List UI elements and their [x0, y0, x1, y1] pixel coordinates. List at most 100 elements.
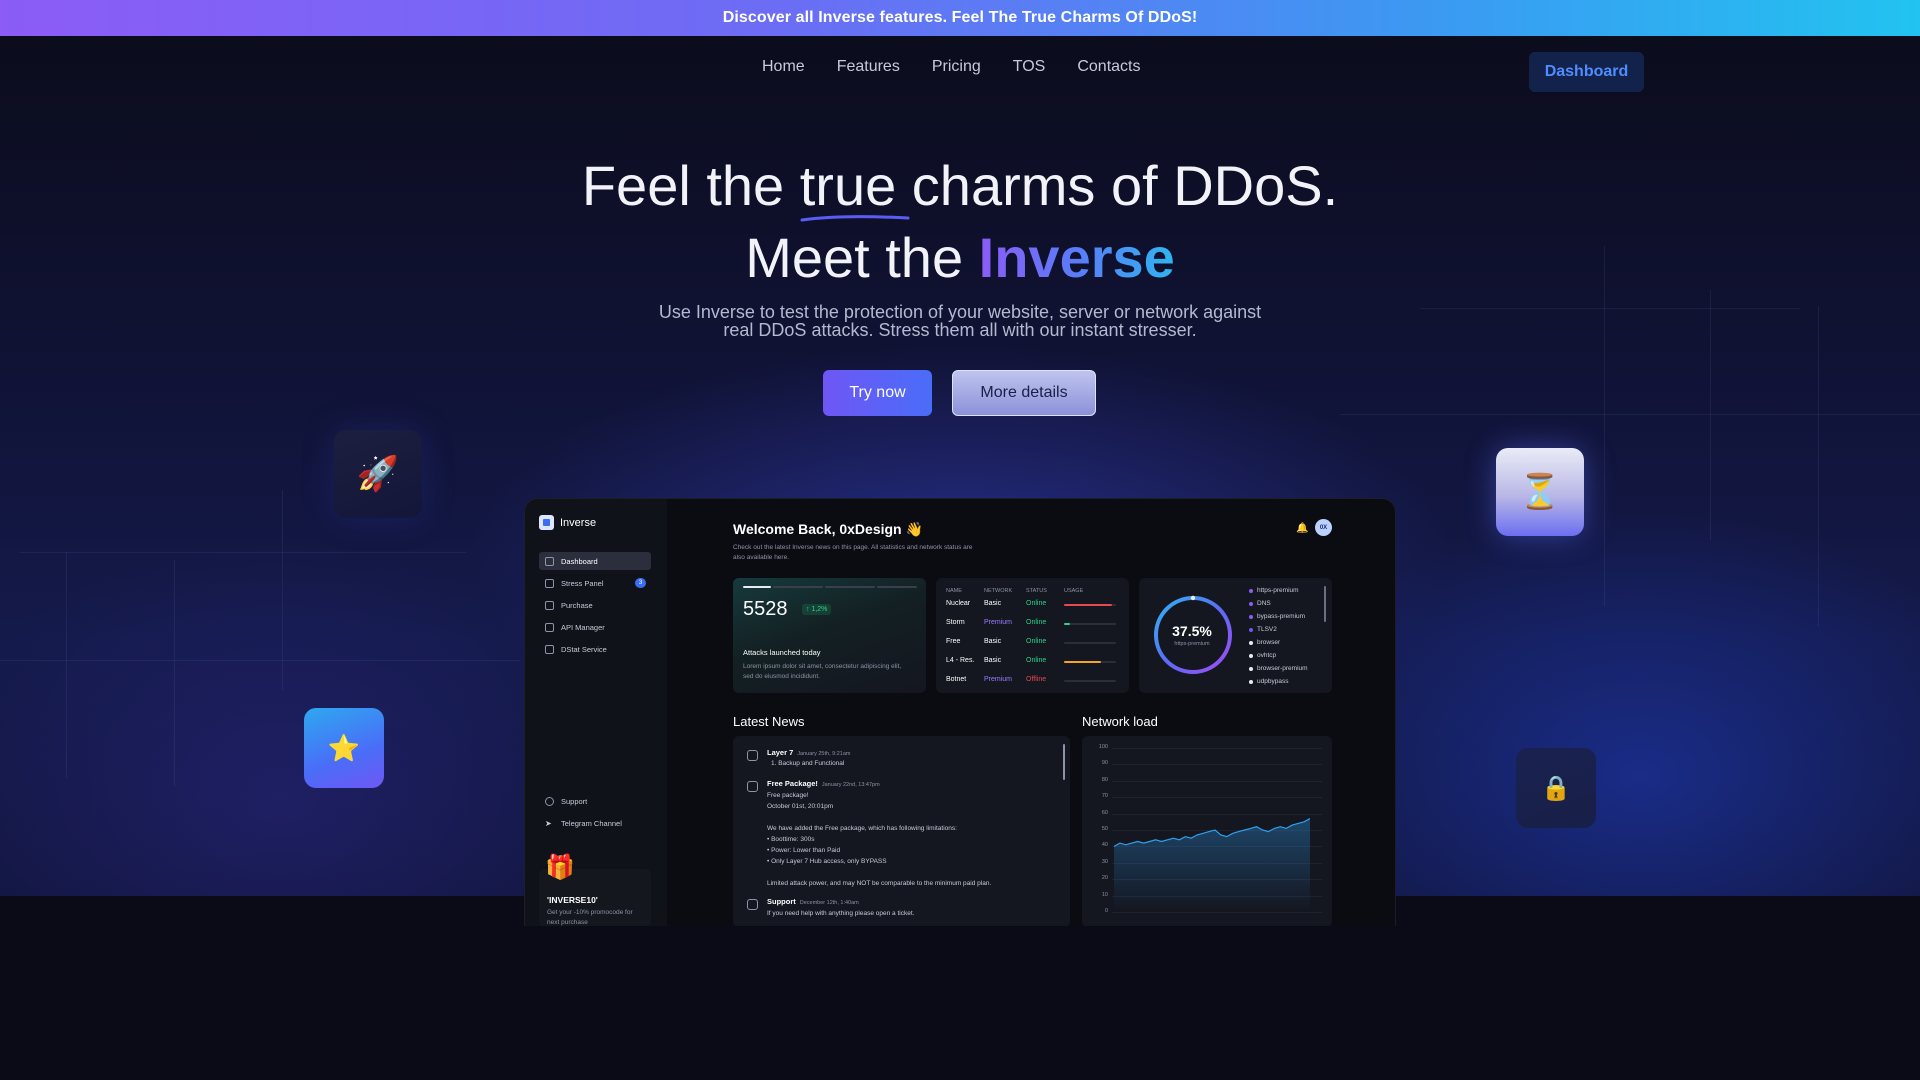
sidebar-item-api-manager[interactable]: API Manager: [539, 618, 651, 636]
sidebar-item-stress-panel[interactable]: Stress Panel 3: [539, 574, 651, 592]
table-cell-status: Offline: [1026, 676, 1047, 683]
star-icon: ⭐: [327, 732, 361, 763]
legend-label: DNS: [1257, 600, 1271, 607]
legend-label: ovhtcp: [1257, 652, 1277, 659]
nav-link-home[interactable]: Home: [762, 58, 805, 76]
table-header-status: STATUS: [1026, 588, 1047, 594]
usage-bar: [1064, 680, 1116, 682]
gift-icon: 🎁: [545, 854, 575, 881]
attacks-change-badge: ↑ 1,2%: [802, 604, 832, 615]
news-scrollbar[interactable]: [1063, 744, 1065, 780]
more-details-button[interactable]: More details: [952, 370, 1096, 416]
nav-link-contacts[interactable]: Contacts: [1077, 58, 1140, 76]
sidebar-item-label: Support: [561, 796, 588, 806]
promo-code: 'INVERSE10': [547, 895, 598, 905]
sidebar-item-label: Stress Panel: [561, 578, 604, 588]
legend-dot: [1249, 679, 1253, 684]
notification-badge: 3: [635, 578, 646, 588]
sidebar-item-purchase[interactable]: Purchase: [539, 596, 651, 614]
dashboard-preview: Inverse Dashboard Stress Panel 3 Purchas…: [524, 498, 1396, 926]
legend-dot: [1249, 627, 1253, 632]
table-cell-network: Basic: [984, 657, 1002, 664]
usage-bar-fill: [1064, 623, 1071, 625]
dashboard-logo[interactable]: Inverse: [539, 515, 596, 530]
chart-icon: [545, 644, 554, 654]
grid-line: [1340, 414, 1920, 415]
legend-scrollbar[interactable]: [1324, 586, 1326, 622]
table-cell-name: Free: [946, 638, 961, 645]
promo-bar[interactable]: Discover all Inverse features. Feel The …: [0, 0, 1920, 36]
home-icon: [545, 556, 554, 566]
dashboard-button[interactable]: Dashboard: [1529, 52, 1644, 92]
bell-icon[interactable]: 🔔: [1296, 523, 1308, 534]
stat-segment: [743, 586, 771, 588]
load-area: [1114, 818, 1310, 912]
legend-label: browser-premium: [1257, 665, 1308, 672]
legend-label: https-premium: [1257, 587, 1299, 594]
grid-line: [174, 560, 175, 786]
sidebar-item-dstat-service[interactable]: DStat Service: [539, 640, 651, 658]
news-date: January 22nd, 13:47pm: [821, 782, 880, 788]
table-cell-network: Basic: [984, 638, 1002, 645]
grid-line: [1420, 308, 1800, 309]
usage-bar: [1064, 604, 1116, 606]
hero-title-part2: charms of DDoS.: [896, 154, 1339, 217]
try-now-button[interactable]: Try now: [823, 370, 932, 416]
sidebar-item-dashboard[interactable]: Dashboard: [539, 552, 651, 570]
table-header-name: NAME: [946, 588, 962, 594]
network-load-card: 0 10 20 30 40 50 60 70 80 90 100: [1082, 736, 1332, 926]
news-item-title: Layer 7 January 25th, 9:21am: [767, 748, 850, 757]
news-item-body: Free package! October 01st, 20:01pm We h…: [767, 792, 992, 887]
table-cell-status: Online: [1026, 619, 1047, 626]
table-cell-network: Premium: [984, 619, 1013, 626]
sidebar-item-telegram[interactable]: ➤ Telegram Channel: [539, 814, 651, 832]
hero-title-line2-prefix: Meet the: [745, 226, 979, 289]
avatar[interactable]: 0X: [1315, 519, 1332, 536]
nav-link-pricing[interactable]: Pricing: [932, 58, 981, 76]
hero-subtitle-line1: Use Inverse to test the protection of yo…: [658, 302, 1262, 322]
stat-segment: [877, 586, 917, 588]
nav-link-tos[interactable]: TOS: [1013, 58, 1046, 76]
welcome-subtitle: Check out the latest Inverse news on thi…: [733, 544, 973, 561]
hero-title: Feel the true charms of DDoS. Meet the I…: [0, 150, 1920, 294]
latest-news-title: Latest News: [733, 714, 805, 729]
promo-code-card[interactable]: 🎁 'INVERSE10' Get your -10% promocode fo…: [539, 854, 651, 926]
news-item-body: 1. Backup and Functional: [771, 760, 845, 767]
wifi-icon: [545, 578, 554, 588]
y-tick-label: 50: [1101, 826, 1108, 832]
table-header-network: NETWORK: [984, 588, 1013, 594]
usage-bar-fill: [1064, 661, 1102, 663]
nav-links: Home Features Pricing TOS Contacts: [762, 58, 1140, 76]
dashboard-brand: Inverse: [560, 516, 597, 529]
legend-label: bypass-premium: [1257, 613, 1306, 620]
hero-subtitle: Use Inverse to test the protection of yo…: [610, 303, 1310, 339]
hero-title-line1: Feel the true charms of DDoS.: [0, 150, 1920, 222]
networks-table-card: NAME NETWORK STATUS USAGE Nuclear Basic On…: [936, 578, 1129, 693]
table-cell-name: Nuclear: [946, 600, 971, 607]
grid-line: [0, 660, 520, 661]
sidebar-item-support[interactable]: Support: [539, 792, 651, 810]
nav-link-features[interactable]: Features: [837, 58, 900, 76]
legend-label: udpbypass: [1257, 678, 1289, 685]
grid-line: [20, 552, 466, 553]
cart-icon: [545, 600, 554, 610]
table-cell-name: L4 - Res.: [946, 657, 975, 664]
y-tick-label: 80: [1101, 776, 1108, 783]
donut-label: https-premium: [1174, 641, 1210, 647]
underline-stroke-icon: [800, 215, 910, 222]
news-title-text: Layer 7: [767, 748, 794, 757]
news-item-icon: [747, 899, 758, 910]
legend-dot: [1249, 640, 1253, 645]
promo-text: Discover all Inverse features. Feel The …: [722, 9, 1198, 26]
hero-title-part1: Feel the: [581, 154, 800, 217]
news-item-title: Free Package! January 22nd, 13:47pm: [767, 779, 880, 788]
legend-item: browser: [1249, 639, 1280, 646]
legend-dot: [1249, 601, 1253, 606]
legend-label: TLSV2: [1257, 626, 1277, 633]
rocket-icon: 🚀: [356, 455, 400, 493]
legend-item: TLSV2: [1249, 626, 1277, 633]
table-cell-status: Online: [1026, 600, 1047, 607]
attacks-description: Lorem ipsum dolor sit amet, consectetur …: [743, 663, 902, 680]
api-icon: [545, 622, 554, 632]
star-tile: ⭐: [304, 708, 384, 788]
